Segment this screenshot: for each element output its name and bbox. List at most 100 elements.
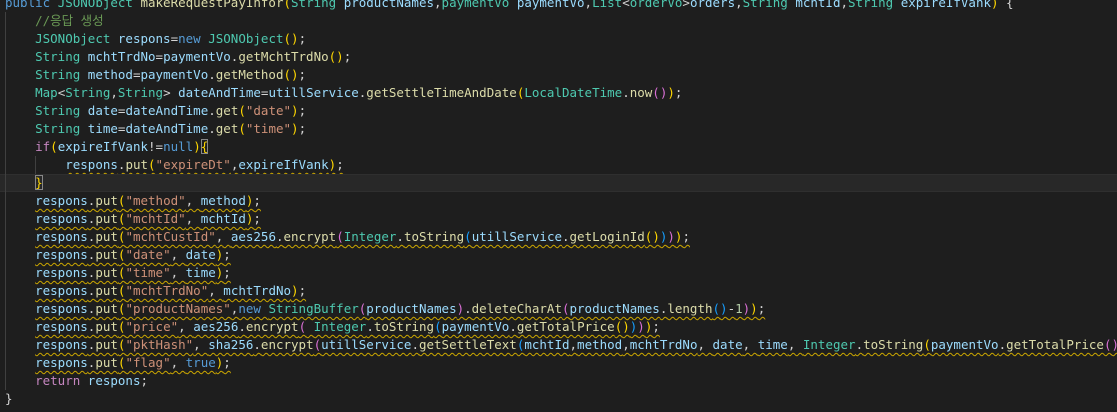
code-token: aes256: [230, 229, 276, 244]
code-token: getMchtTrdNo: [238, 49, 329, 64]
code-line-text: if(expireIfVank!=null){: [5, 138, 209, 156]
code-token: .: [562, 229, 570, 244]
code-line[interactable]: if(expireIfVank!=null){: [0, 138, 1117, 156]
code-token: expireIfVank: [57, 139, 149, 154]
code-token: JSONObject: [35, 31, 118, 46]
code-token: JSONObject: [208, 31, 284, 46]
code-token: 1: [735, 301, 743, 316]
code-token: !=: [148, 139, 164, 154]
code-token: new: [178, 31, 209, 46]
code-token: toString: [863, 337, 924, 352]
code-line[interactable]: return respons;: [0, 372, 1117, 390]
code-token: public: [5, 0, 58, 10]
code-line[interactable]: respons.put("expireDt",expireIfVank);: [0, 156, 1117, 174]
code-token: (: [923, 337, 931, 352]
code-token: "time": [125, 265, 171, 280]
code-line[interactable]: String method=paymentVo.getMethod();: [0, 66, 1117, 84]
code-token: respons: [35, 211, 88, 226]
code-token: (: [652, 85, 660, 100]
code-line[interactable]: }: [0, 174, 1117, 192]
code-line-text: respons.put("flag", true);: [5, 354, 231, 372]
code-token: .: [464, 301, 472, 316]
code-token: put: [95, 193, 118, 208]
code-line[interactable]: JSONObject respons=new JSONObject();: [0, 30, 1117, 48]
code-token: ): [291, 103, 299, 118]
code-token: put: [95, 265, 118, 280]
code-token: .: [411, 337, 419, 352]
code-line[interactable]: String date=dateAndTime.get("date");: [0, 102, 1117, 120]
code-token: ): [1111, 337, 1117, 352]
code-line[interactable]: }: [0, 390, 1117, 408]
code-token: ;: [298, 31, 307, 46]
code-token: encrypt: [260, 337, 314, 352]
code-token: String: [742, 0, 796, 10]
code-token: respons: [35, 229, 88, 244]
code-token: method: [87, 67, 133, 82]
code-token: (: [313, 337, 322, 352]
code-token: (: [283, 31, 292, 46]
code-line-text: String time=dateAndTime.get("time");: [5, 120, 306, 138]
code-token: ,: [569, 337, 578, 352]
code-token: ;: [298, 103, 307, 118]
code-token: null: [163, 139, 194, 154]
code-line[interactable]: respons.put("mchtTrdNo", mchtTrdNo);: [0, 282, 1117, 300]
code-token: ;: [674, 85, 683, 100]
code-line[interactable]: respons.put("date", date);: [0, 246, 1117, 264]
code-token: =: [170, 31, 179, 46]
code-token: encrypt: [283, 229, 337, 244]
code-token: aes256: [193, 319, 239, 334]
code-line[interactable]: respons.put("method", method);: [0, 192, 1117, 210]
code-editor[interactable]: public JSONObject makeRequestPayInfor(St…: [0, 0, 1117, 412]
code-token: method: [200, 193, 246, 208]
code-token: ;: [298, 67, 307, 82]
code-line[interactable]: Map<String,String> dateAndTime=utillServ…: [0, 84, 1117, 102]
code-line[interactable]: respons.put("pktHash", sha256.encrypt(ut…: [0, 336, 1117, 354]
code-line[interactable]: String time=dateAndTime.get("time");: [0, 120, 1117, 138]
code-line-text: String date=dateAndTime.get("date");: [5, 102, 306, 120]
code-line[interactable]: String mchtTrdNo=paymentVo.getMchtTrdNo(…: [0, 48, 1117, 66]
code-line[interactable]: public JSONObject makeRequestPayInfor(St…: [0, 0, 1117, 12]
code-token: respons: [35, 301, 88, 316]
code-token: ;: [298, 283, 307, 298]
code-line[interactable]: respons.put("mchtCustId", aes256.encrypt…: [0, 228, 1117, 246]
code-token: ;: [223, 265, 231, 280]
code-token: ;: [223, 247, 231, 262]
code-token: dateAndTime: [125, 103, 209, 118]
code-token: .: [253, 337, 261, 352]
code-line[interactable]: respons.put("productNames",new StringBuf…: [0, 300, 1117, 318]
code-token: ,: [840, 0, 848, 10]
code-line[interactable]: respons.put("flag", true);: [0, 354, 1117, 372]
code-token: (: [283, 0, 292, 10]
code-line-text: String mchtTrdNo=paymentVo.getMchtTrdNo(…: [5, 48, 351, 66]
code-token: ,: [742, 337, 758, 352]
code-token: .: [366, 319, 374, 334]
code-token: ;: [343, 49, 352, 64]
code-token: put: [125, 157, 149, 172]
code-token: Integer: [313, 319, 367, 334]
code-token: >: [163, 85, 179, 100]
code-token: ,: [434, 0, 442, 10]
code-token: length: [667, 301, 713, 316]
code-line[interactable]: //응답 생성: [0, 12, 1117, 30]
code-token: orders: [689, 0, 736, 10]
code-token: ;: [140, 373, 149, 388]
code-token: "date": [245, 103, 292, 118]
code-token: dateAndTime: [125, 121, 209, 136]
code-token: ): [750, 301, 758, 316]
code-line[interactable]: respons.put("time", time);: [0, 264, 1117, 282]
code-token: put: [95, 337, 118, 352]
code-token: ,: [735, 0, 743, 10]
code-line[interactable]: respons.put("mchtId", mchtId);: [0, 210, 1117, 228]
code-token: getLoginId: [569, 229, 645, 244]
code-token: respons: [65, 157, 118, 172]
code-token: utillService: [471, 229, 562, 244]
code-token: (: [336, 229, 344, 244]
code-token: true: [185, 355, 216, 370]
code-token: {: [200, 139, 209, 154]
code-line[interactable]: respons.put("price", aes256.encrypt( Int…: [0, 318, 1117, 336]
